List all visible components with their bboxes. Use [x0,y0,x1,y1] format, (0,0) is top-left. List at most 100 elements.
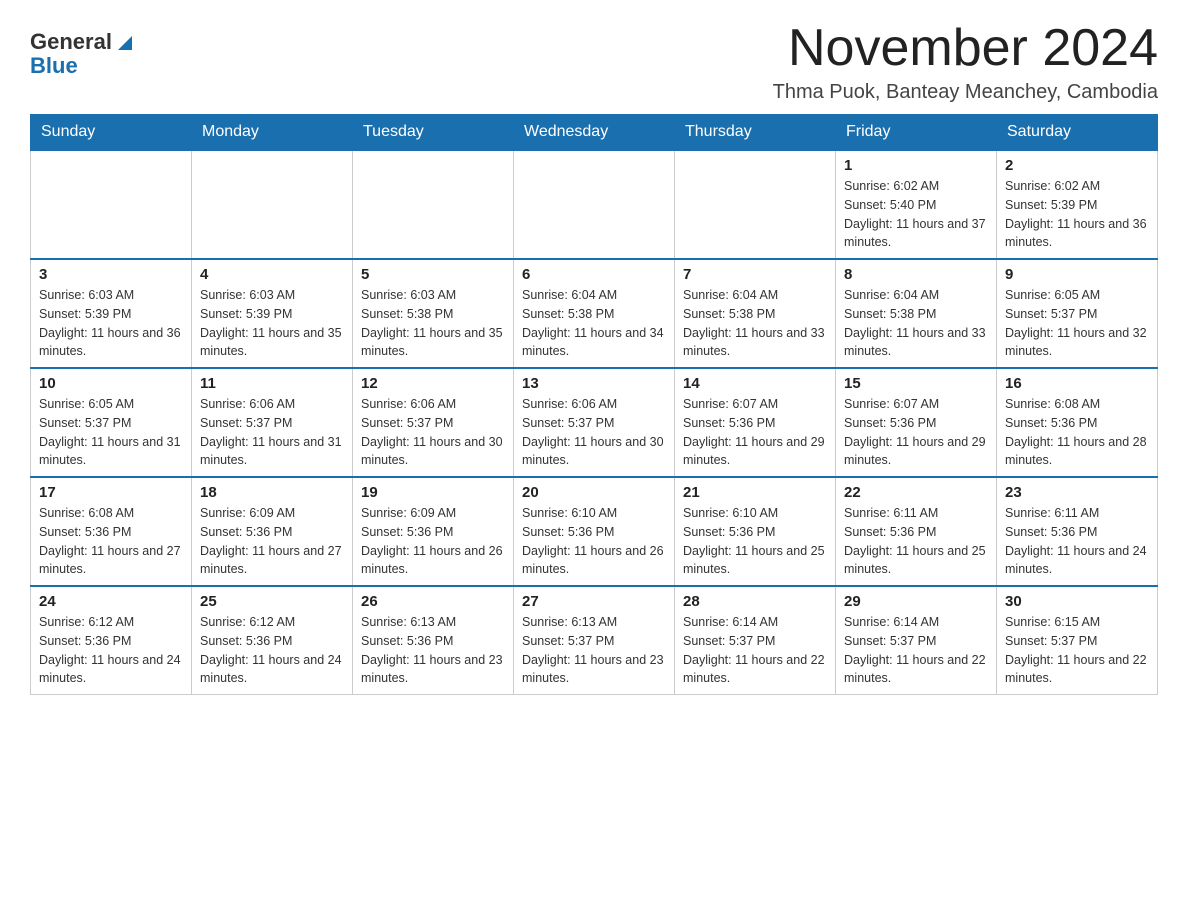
column-header-tuesday: Tuesday [353,115,514,151]
column-header-monday: Monday [192,115,353,151]
day-number: 29 [844,593,988,610]
day-info: Sunrise: 6:08 AM Sunset: 5:36 PM Dayligh… [39,504,183,579]
day-info: Sunrise: 6:02 AM Sunset: 5:40 PM Dayligh… [844,177,988,252]
day-info: Sunrise: 6:06 AM Sunset: 5:37 PM Dayligh… [200,395,344,470]
title-area: November 2024 Thma Puok, Banteay Meanche… [773,20,1158,104]
calendar-cell: 7Sunrise: 6:04 AM Sunset: 5:38 PM Daylig… [675,259,836,368]
day-number: 10 [39,375,183,392]
day-info: Sunrise: 6:09 AM Sunset: 5:36 PM Dayligh… [361,504,505,579]
calendar-cell: 22 Sunrise: 6:11 AM Sunset: 5:36 PM Dayli… [836,477,997,586]
calendar-cell: 23Sunrise: 6:11 AM Sunset: 5:36 PM Dayli… [997,477,1158,586]
calendar-cell: 29 Sunrise: 6:14 AM Sunset: 5:37 PM Dayli… [836,586,997,695]
calendar-cell: 18 Sunrise: 6:09 AM Sunset: 5:36 PM Dayli… [192,477,353,586]
day-info: Sunrise: 6:14 AM Sunset: 5:37 PM Dayligh… [683,613,827,688]
day-info: Sunrise: 6:15 AM Sunset: 5:37 PM Dayligh… [1005,613,1149,688]
day-number: 12 [361,375,505,392]
calendar-cell [675,150,836,259]
day-info: Sunrise: 6:04 AM Sunset: 5:38 PM Dayligh… [522,286,666,361]
calendar-cell: 26 Sunrise: 6:13 AM Sunset: 5:36 PM Dayli… [353,586,514,695]
day-info: Sunrise: 6:14 AM Sunset: 5:37 PM Dayligh… [844,613,988,688]
calendar-cell: 15 Sunrise: 6:07 AM Sunset: 5:36 PM Dayli… [836,368,997,477]
day-number: 17 [39,484,183,501]
day-info: Sunrise: 6:12 AM Sunset: 5:36 PM Dayligh… [39,613,183,688]
calendar-cell: 14Sunrise: 6:07 AM Sunset: 5:36 PM Dayli… [675,368,836,477]
day-info: Sunrise: 6:11 AM Sunset: 5:36 PM Dayligh… [844,504,988,579]
day-number: 21 [683,484,827,501]
calendar-cell [192,150,353,259]
day-info: Sunrise: 6:07 AM Sunset: 5:36 PM Dayligh… [844,395,988,470]
day-info: Sunrise: 6:04 AM Sunset: 5:38 PM Dayligh… [844,286,988,361]
calendar-week-row: 24 Sunrise: 6:12 AM Sunset: 5:36 PM Dayli… [31,586,1158,695]
day-number: 26 [361,593,505,610]
day-number: 16 [1005,375,1149,392]
day-info: Sunrise: 6:11 AM Sunset: 5:36 PM Dayligh… [1005,504,1149,579]
calendar-cell [514,150,675,259]
day-info: Sunrise: 6:09 AM Sunset: 5:36 PM Dayligh… [200,504,344,579]
calendar-cell: 25Sunrise: 6:12 AM Sunset: 5:36 PM Dayli… [192,586,353,695]
column-header-saturday: Saturday [997,115,1158,151]
logo-general-text: General [30,30,112,54]
day-number: 4 [200,266,344,283]
day-number: 3 [39,266,183,283]
calendar-cell: 10Sunrise: 6:05 AM Sunset: 5:37 PM Dayli… [31,368,192,477]
month-title: November 2024 [773,20,1158,77]
day-number: 6 [522,266,666,283]
calendar-cell: 30Sunrise: 6:15 AM Sunset: 5:37 PM Dayli… [997,586,1158,695]
calendar-cell [31,150,192,259]
day-info: Sunrise: 6:10 AM Sunset: 5:36 PM Dayligh… [683,504,827,579]
column-header-friday: Friday [836,115,997,151]
day-number: 7 [683,266,827,283]
calendar-week-row: 3 Sunrise: 6:03 AM Sunset: 5:39 PM Daylig… [31,259,1158,368]
calendar-cell: 17 Sunrise: 6:08 AM Sunset: 5:36 PM Dayli… [31,477,192,586]
calendar-cell: 3 Sunrise: 6:03 AM Sunset: 5:39 PM Daylig… [31,259,192,368]
day-info: Sunrise: 6:13 AM Sunset: 5:37 PM Dayligh… [522,613,666,688]
day-number: 11 [200,375,344,392]
day-info: Sunrise: 6:05 AM Sunset: 5:37 PM Dayligh… [1005,286,1149,361]
day-info: Sunrise: 6:02 AM Sunset: 5:39 PM Dayligh… [1005,177,1149,252]
day-number: 14 [683,375,827,392]
calendar-cell: 12 Sunrise: 6:06 AM Sunset: 5:37 PM Dayli… [353,368,514,477]
day-info: Sunrise: 6:12 AM Sunset: 5:36 PM Dayligh… [200,613,344,688]
day-number: 13 [522,375,666,392]
day-number: 2 [1005,157,1149,174]
calendar-cell: 5Sunrise: 6:03 AM Sunset: 5:38 PM Daylig… [353,259,514,368]
day-number: 22 [844,484,988,501]
day-number: 15 [844,375,988,392]
day-info: Sunrise: 6:10 AM Sunset: 5:36 PM Dayligh… [522,504,666,579]
calendar-cell: 9 Sunrise: 6:05 AM Sunset: 5:37 PM Daylig… [997,259,1158,368]
calendar-cell: 24 Sunrise: 6:12 AM Sunset: 5:36 PM Dayli… [31,586,192,695]
logo-blue-text: Blue [30,54,78,78]
calendar-week-row: 10Sunrise: 6:05 AM Sunset: 5:37 PM Dayli… [31,368,1158,477]
calendar-cell: 21 Sunrise: 6:10 AM Sunset: 5:36 PM Dayli… [675,477,836,586]
calendar-cell: 4 Sunrise: 6:03 AM Sunset: 5:39 PM Daylig… [192,259,353,368]
day-info: Sunrise: 6:08 AM Sunset: 5:36 PM Dayligh… [1005,395,1149,470]
location-subtitle: Thma Puok, Banteay Meanchey, Cambodia [773,81,1158,104]
day-number: 24 [39,593,183,610]
column-header-sunday: Sunday [31,115,192,151]
calendar-header-row: SundayMondayTuesdayWednesdayThursdayFrid… [31,115,1158,151]
day-number: 8 [844,266,988,283]
calendar-cell: 13Sunrise: 6:06 AM Sunset: 5:37 PM Dayli… [514,368,675,477]
calendar-cell: 8 Sunrise: 6:04 AM Sunset: 5:38 PM Daylig… [836,259,997,368]
day-info: Sunrise: 6:03 AM Sunset: 5:38 PM Dayligh… [361,286,505,361]
day-number: 27 [522,593,666,610]
day-number: 9 [1005,266,1149,283]
calendar-cell: 27 Sunrise: 6:13 AM Sunset: 5:37 PM Dayli… [514,586,675,695]
calendar-cell: 1 Sunrise: 6:02 AM Sunset: 5:40 PM Daylig… [836,150,997,259]
day-info: Sunrise: 6:06 AM Sunset: 5:37 PM Dayligh… [361,395,505,470]
logo-arrow-icon [114,32,136,54]
calendar-table: SundayMondayTuesdayWednesdayThursdayFrid… [30,114,1158,695]
day-number: 20 [522,484,666,501]
calendar-cell: 19Sunrise: 6:09 AM Sunset: 5:36 PM Dayli… [353,477,514,586]
calendar-cell: 20 Sunrise: 6:10 AM Sunset: 5:36 PM Dayli… [514,477,675,586]
day-number: 18 [200,484,344,501]
calendar-cell: 16 Sunrise: 6:08 AM Sunset: 5:36 PM Dayli… [997,368,1158,477]
column-header-wednesday: Wednesday [514,115,675,151]
day-info: Sunrise: 6:03 AM Sunset: 5:39 PM Dayligh… [39,286,183,361]
calendar-cell: 11 Sunrise: 6:06 AM Sunset: 5:37 PM Dayli… [192,368,353,477]
day-info: Sunrise: 6:03 AM Sunset: 5:39 PM Dayligh… [200,286,344,361]
day-info: Sunrise: 6:13 AM Sunset: 5:36 PM Dayligh… [361,613,505,688]
calendar-cell [353,150,514,259]
day-number: 1 [844,157,988,174]
page-header: General Blue November 2024 Thma Puok, Ba… [30,20,1158,104]
